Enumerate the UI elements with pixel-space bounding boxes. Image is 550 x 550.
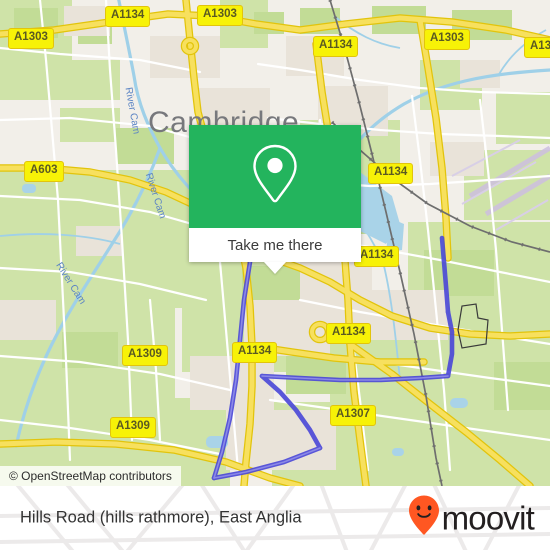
moovit-logo[interactable]: moovit (408, 495, 535, 542)
road-shield-a1303[interactable]: A1303 (197, 5, 243, 26)
map-attribution[interactable]: © OpenStreetMap contributors (0, 466, 181, 486)
road-shield-a1134[interactable]: A1134 (232, 342, 278, 363)
road-shield-a603[interactable]: A603 (24, 161, 64, 182)
location-title: Hills Road (hills rathmore), East Anglia (20, 508, 302, 527)
road-shield-a1309[interactable]: A1309 (122, 345, 168, 366)
road-shield-a1303[interactable]: A1303 (8, 28, 54, 49)
take-me-there-label: Take me there (227, 236, 323, 254)
moovit-pin-smiley-icon (408, 495, 440, 542)
road-shield-a1134[interactable]: A1134 (105, 6, 151, 27)
screenshot-root: Cambridge River Cam River Cam River Cam … (0, 0, 550, 550)
road-shield-a1134[interactable]: A1134 (326, 323, 372, 344)
popup-pointer-tail (264, 262, 286, 274)
map-canvas[interactable]: Cambridge River Cam River Cam River Cam … (0, 0, 550, 486)
road-shield-a13-clipped[interactable]: A13 (524, 37, 550, 58)
road-shield-a1303[interactable]: A1303 (424, 29, 470, 50)
take-me-there-button[interactable]: Take me there (189, 228, 361, 262)
popup-header (189, 125, 361, 228)
footer-bar: Hills Road (hills rathmore), East Anglia… (0, 486, 550, 550)
location-popup-card[interactable]: Take me there (189, 125, 361, 274)
road-shield-a1134[interactable]: A1134 (368, 163, 414, 184)
road-shield-a1309[interactable]: A1309 (110, 417, 156, 438)
road-shield-a1307[interactable]: A1307 (330, 405, 376, 426)
moovit-wordmark: moovit (441, 499, 535, 537)
road-shield-a1134[interactable]: A1134 (313, 36, 359, 57)
map-pin-icon (249, 143, 301, 210)
